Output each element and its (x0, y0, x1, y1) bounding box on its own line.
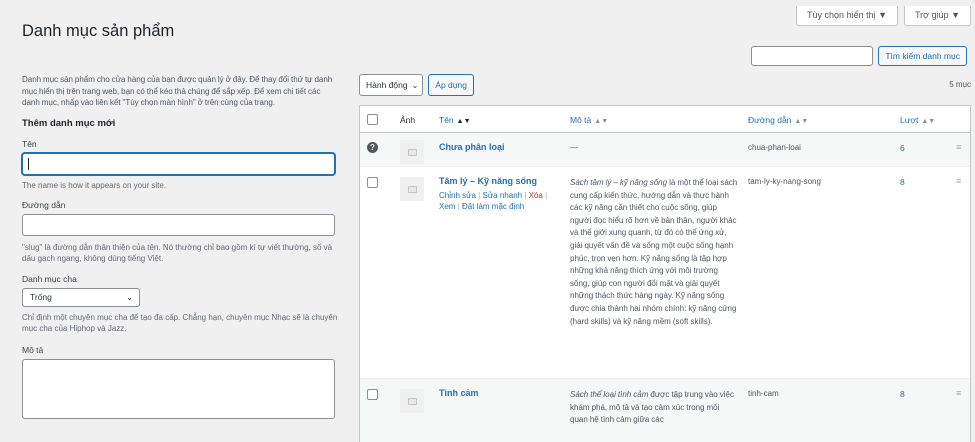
name-input[interactable] (22, 152, 335, 175)
page-title: Danh mục sản phẩm (22, 22, 175, 40)
header-slug-sort[interactable]: Đường dẫn ▲▼ (748, 115, 808, 125)
intro-text: Danh mục sản phẩm cho cửa hàng của bạn đ… (22, 75, 333, 107)
categories-table: Ảnh Tên ▲▼ Mô tả ▲▼ Đường dẫn ▲▼ Lượt ▲▼ ? C… (359, 105, 971, 442)
make-default-link[interactable]: Đặt làm mặc định (462, 202, 524, 211)
category-count-link[interactable]: 8 (900, 177, 905, 187)
sort-icon: ▲▼ (594, 118, 609, 125)
category-name-link[interactable]: Tình cảm (439, 388, 479, 398)
description-label: Mô tả (22, 344, 44, 355)
table-row: Tình cảm Sách thể loại tình cảm được tập… (360, 379, 970, 442)
separator: | (457, 202, 460, 211)
name-label: Tên (22, 138, 37, 149)
header-slug-label: Đường dẫn (748, 115, 792, 125)
categories-list-panel: Hành động ⌄ Áp dụng 5 mục Ảnh Tên ▲▼ Mô t… (359, 74, 971, 442)
table-header: Ảnh Tên ▲▼ Mô tả ▲▼ Đường dẫn ▲▼ Lượt ▲▼ (360, 106, 970, 133)
category-name-link[interactable]: Tâm lý – Kỹ năng sống (439, 176, 559, 186)
row-actions: Chỉnh sửa | Sửa nhanh | Xóa | Xem | Đặt … (439, 190, 559, 212)
header-description-sort[interactable]: Mô tả ▲▼ (570, 115, 608, 125)
category-count-link[interactable]: 8 (900, 389, 905, 399)
name-help: The name is how it appears on your site. (22, 180, 167, 190)
description-body: là một thể loại sách cung cấp kiến thức,… (570, 178, 738, 326)
edit-link[interactable]: Chỉnh sửa (439, 191, 476, 200)
parent-selected-value: Trống (30, 292, 52, 302)
drag-handle-icon[interactable]: ≡ (956, 388, 961, 398)
add-category-panel: Danh mục sản phẩm cho cửa hàng của bạn đ… (22, 74, 340, 419)
table-row: Tâm lý – Kỹ năng sống Chỉnh sửa | Sửa nh… (360, 167, 970, 379)
bulk-action-value: Hành động (366, 80, 408, 90)
screen-meta-links: Tùy chọn hiển thị ▼ Trợ giúp ▼ (796, 6, 971, 26)
category-description: Sách thể loại tình cảm được tập trung và… (570, 389, 738, 427)
drag-handle-icon[interactable]: ≡ (956, 176, 961, 186)
image-placeholder-icon (407, 185, 417, 193)
description-emphasis: Sách tâm lý – kỹ năng sống (570, 178, 668, 187)
slug-label: Đường dẫn (22, 199, 66, 210)
sort-icon: ▲▼ (921, 118, 936, 125)
separator: | (478, 191, 481, 200)
slug-input[interactable] (22, 213, 335, 236)
chevron-down-icon: ⌄ (411, 80, 419, 90)
image-placeholder-icon (407, 397, 417, 405)
category-description: Sách tâm lý – kỹ năng sống là một thể lo… (570, 177, 738, 328)
category-name-link[interactable]: Chưa phân loại (439, 142, 505, 152)
view-link[interactable]: Xem (439, 202, 455, 211)
category-name-cell: Tâm lý – Kỹ năng sống Chỉnh sửa | Sửa nh… (439, 176, 559, 212)
drag-handle-icon[interactable]: ≡ (956, 142, 961, 152)
search-box: Tìm kiếm danh mục (751, 46, 967, 66)
bulk-actions: Hành động ⌄ Áp dụng (359, 74, 971, 96)
header-image: Ảnh (400, 115, 416, 125)
select-all-checkbox[interactable] (367, 114, 378, 125)
sort-icon: ▲▼ (794, 118, 809, 125)
text-caret (28, 157, 29, 170)
search-categories-button[interactable]: Tìm kiếm danh mục (878, 46, 967, 66)
help-icon[interactable]: ? (367, 142, 378, 153)
delete-link[interactable]: Xóa (529, 191, 543, 200)
category-slug: tinh-cam (748, 389, 779, 398)
sort-icon: ▲▼ (456, 118, 471, 125)
bulk-action-select[interactable]: Hành động ⌄ (359, 74, 424, 96)
category-description: — (570, 143, 578, 152)
parent-help: Chỉ định một chuyên mục cha để tạo đa cấ… (22, 312, 338, 333)
help-button[interactable]: Trợ giúp ▼ (904, 6, 971, 26)
screen-options-button[interactable]: Tùy chọn hiển thị ▼ (796, 6, 898, 26)
parent-select[interactable]: Trống ⌄ (22, 287, 140, 307)
category-thumbnail (400, 389, 424, 413)
parent-label: Danh mục cha (22, 273, 77, 284)
table-row: ? Chưa phân loại — chua-phan-loai 6 ≡ (360, 133, 970, 167)
separator: | (524, 191, 527, 200)
category-thumbnail (400, 140, 424, 164)
items-count: 5 mục (949, 80, 971, 89)
row-checkbox[interactable] (367, 389, 378, 400)
image-placeholder-icon (407, 148, 417, 156)
header-name-label: Tên (439, 115, 454, 125)
add-category-title: Thêm danh mục mới (22, 117, 116, 129)
header-count-label: Lượt (900, 115, 919, 125)
slug-help: "slug" là đường dẫn thân thiện của tên. … (22, 242, 333, 263)
category-count-link[interactable]: 6 (900, 143, 905, 153)
header-count-sort[interactable]: Lượt ▲▼ (900, 115, 935, 125)
search-input[interactable] (751, 46, 874, 66)
apply-button[interactable]: Áp dụng (428, 74, 474, 96)
chevron-down-icon: ⌄ (126, 292, 133, 302)
header-description-label: Mô tả (570, 115, 592, 125)
row-checkbox[interactable] (367, 177, 378, 188)
description-emphasis: Sách thể loại tình cảm (570, 390, 649, 399)
description-textarea[interactable] (22, 358, 335, 419)
category-slug: chua-phan-loai (748, 143, 801, 152)
separator: | (545, 191, 548, 200)
header-name-sort[interactable]: Tên ▲▼ (439, 115, 471, 125)
quick-edit-link[interactable]: Sửa nhanh (482, 191, 522, 200)
category-slug: tam-ly-ky-nang-song (748, 177, 821, 186)
category-thumbnail (400, 177, 424, 201)
